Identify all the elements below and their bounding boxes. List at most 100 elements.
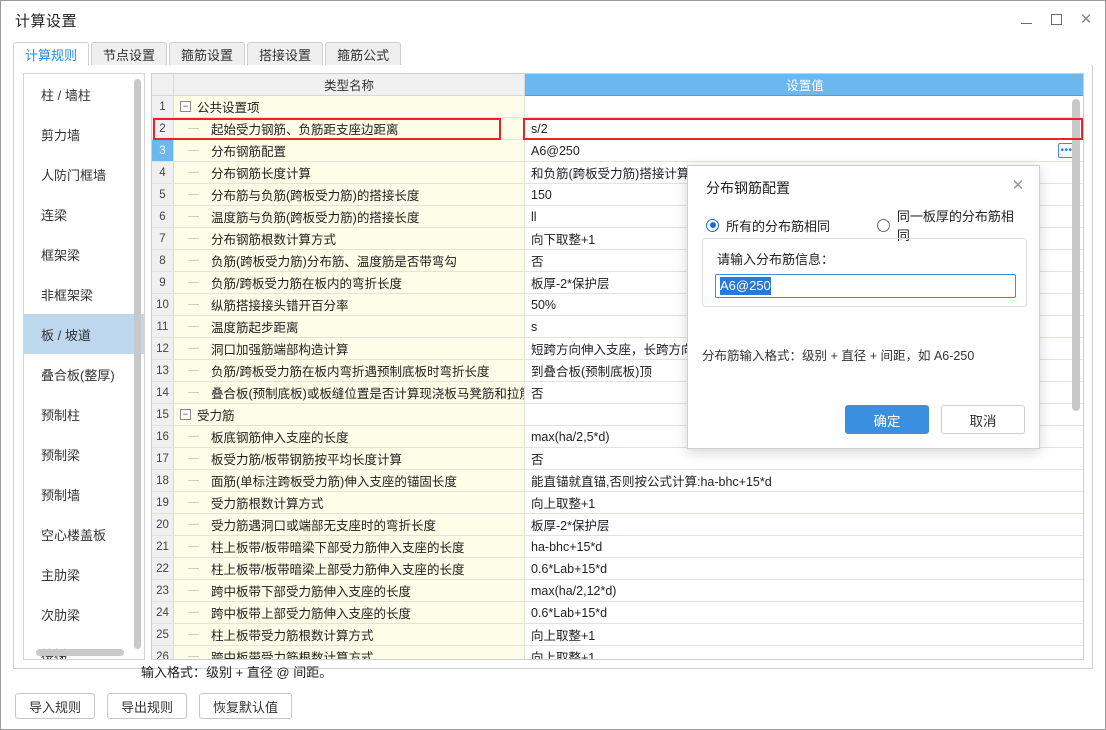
row-type-name-cell[interactable]: 柱上板带/板带暗梁上部受力筋伸入支座的长度 [174, 558, 525, 579]
row-type-name-cell[interactable]: 负筋/跨板受力筋在板内弯折遇预制底板时弯折长度 [174, 360, 525, 381]
row-setting-value-cell[interactable]: max(ha/2,12*d) [525, 580, 1083, 601]
row-type-name-cell[interactable]: 跨中板带受力筋根数计算方式 [174, 646, 525, 660]
table-row[interactable]: 23 跨中板带下部受力筋伸入支座的长度 max(ha/2,12*d) [152, 580, 1083, 602]
row-setting-value-cell[interactable]: 向上取整+1 [525, 624, 1083, 645]
row-setting-value-cell[interactable]: 0.6*Lab+15*d [525, 602, 1083, 623]
export-rules-button[interactable]: 导出规则 [107, 693, 188, 719]
row-setting-value: 否 [531, 387, 544, 401]
sidebar-item-13[interactable]: 次肋梁 [24, 594, 144, 634]
row-type-name: 公共设置项 [197, 101, 260, 115]
sidebar-vertical-scrollbar[interactable] [134, 79, 141, 649]
sidebar-item-3[interactable]: 连梁 [24, 194, 144, 234]
row-setting-value-cell[interactable] [525, 96, 1083, 117]
collapse-toggle-icon[interactable]: − [180, 101, 191, 112]
row-type-name-cell[interactable]: 分布钢筋长度计算 [174, 162, 525, 183]
row-setting-value-cell[interactable]: 板厚-2*保护层 [525, 514, 1083, 535]
row-setting-value-cell[interactable]: s/2 [525, 118, 1083, 139]
row-type-name-cell[interactable]: 温度筋起步距离 [174, 316, 525, 337]
row-type-name-cell[interactable]: 板底钢筋伸入支座的长度 [174, 426, 525, 447]
table-row[interactable]: 20 受力筋遇洞口或端部无支座时的弯折长度 板厚-2*保护层 [152, 514, 1083, 536]
row-setting-value-cell[interactable]: 0.6*Lab+15*d [525, 558, 1083, 579]
restore-defaults-button[interactable]: 恢复默认值 [199, 693, 293, 719]
row-type-name-cell[interactable]: 洞口加强筋端部构造计算 [174, 338, 525, 359]
tab-label: 箍筋公式 [337, 47, 390, 63]
row-type-name-cell[interactable]: 柱上板带/板带暗梁下部受力筋伸入支座的长度 [174, 536, 525, 557]
row-type-name-cell[interactable]: 分布筋与负筋(跨板受力筋)的搭接长度 [174, 184, 525, 205]
sidebar-item-4[interactable]: 框架梁 [24, 234, 144, 274]
minimize-button[interactable] [1011, 5, 1041, 33]
row-type-name-cell[interactable]: 叠合板(预制底板)或板缝位置是否计算现浇板马凳筋和拉筋 [174, 382, 525, 403]
row-setting-value-cell[interactable]: 向上取整+1 [525, 646, 1083, 659]
sidebar-item-14[interactable]: 楼梯 [24, 634, 144, 660]
table-row[interactable]: 24 跨中板带上部受力筋伸入支座的长度 0.6*Lab+15*d [152, 602, 1083, 624]
sidebar-item-5[interactable]: 非框架梁 [24, 274, 144, 314]
sidebar-horizontal-scrollbar[interactable] [36, 649, 124, 656]
row-setting-value: 否 [531, 255, 544, 269]
row-index: 23 [152, 580, 174, 601]
row-setting-value: 向上取整+1 [531, 497, 596, 511]
import-rules-button[interactable]: 导入规则 [15, 693, 96, 719]
row-type-name-cell[interactable]: − 受力筋 [174, 404, 525, 425]
cancel-button[interactable]: 取消 [941, 405, 1025, 434]
row-type-name-cell[interactable]: 面筋(单标注跨板受力筋)伸入支座的锚固长度 [174, 470, 525, 491]
row-type-name: 跨中板带受力筋根数计算方式 [211, 651, 374, 660]
row-type-name-cell[interactable]: 负筋(跨板受力筋)分布筋、温度筋是否带弯勾 [174, 250, 525, 271]
row-setting-value-cell[interactable]: 能直锚就直锚,否则按公式计算:ha-bhc+15*d [525, 470, 1083, 491]
close-button[interactable]: ✕ [1071, 5, 1101, 33]
table-vertical-scrollbar[interactable] [1072, 99, 1080, 411]
row-type-name-cell[interactable]: 纵筋搭接接头错开百分率 [174, 294, 525, 315]
table-row[interactable]: 1− 公共设置项 [152, 96, 1083, 118]
table-row[interactable]: 2 起始受力钢筋、负筋距支座边距离 s/2 [152, 118, 1083, 140]
row-type-name-cell[interactable]: 受力筋遇洞口或端部无支座时的弯折长度 [174, 514, 525, 535]
row-setting-value: 到叠合板(预制底板)顶 [531, 365, 652, 379]
row-type-name-cell[interactable]: 受力筋根数计算方式 [174, 492, 525, 513]
row-type-name: 受力筋遇洞口或端部无支座时的弯折长度 [211, 519, 437, 533]
table-row[interactable]: 17 板受力筋/板带钢筋按平均长度计算 否 [152, 448, 1083, 470]
tab-stirrup-formula[interactable]: 箍筋公式 [325, 42, 402, 65]
row-type-name-cell[interactable]: 分布钢筋根数计算方式 [174, 228, 525, 249]
sidebar-item-2[interactable]: 人防门框墙 [24, 154, 144, 194]
sidebar-item-9[interactable]: 预制梁 [24, 434, 144, 474]
table-row[interactable]: 19 受力筋根数计算方式 向上取整+1 [152, 492, 1083, 514]
row-setting-value-cell[interactable]: 向上取整+1 [525, 492, 1083, 513]
confirm-button[interactable]: 确定 [845, 405, 929, 434]
row-setting-value-cell[interactable]: ha-bhc+15*d [525, 536, 1083, 557]
row-type-name: 纵筋搭接接头错开百分率 [211, 299, 349, 313]
dialog-close-button[interactable]: ✕ [1007, 174, 1029, 196]
row-setting-value-cell[interactable]: 否 [525, 448, 1083, 469]
sidebar-item-1[interactable]: 剪力墙 [24, 114, 144, 154]
row-type-name-cell[interactable]: 分布钢筋配置 [174, 140, 525, 161]
tab-node-settings[interactable]: 节点设置 [91, 42, 168, 65]
maximize-button[interactable] [1041, 5, 1071, 33]
table-row[interactable]: 25 柱上板带受力筋根数计算方式 向上取整+1 [152, 624, 1083, 646]
row-type-name-cell[interactable]: 起始受力钢筋、负筋距支座边距离 [174, 118, 525, 139]
row-type-name-cell[interactable]: 跨中板带下部受力筋伸入支座的长度 [174, 580, 525, 601]
collapse-toggle-icon[interactable]: − [180, 409, 191, 420]
table-row[interactable]: 21 柱上板带/板带暗梁下部受力筋伸入支座的长度 ha-bhc+15*d [152, 536, 1083, 558]
row-type-name-cell[interactable]: − 公共设置项 [174, 96, 525, 117]
row-setting-value-cell[interactable]: A6@250 ••• [525, 140, 1083, 161]
tab-stirrup-settings[interactable]: 箍筋设置 [169, 42, 246, 65]
row-type-name-cell[interactable]: 板受力筋/板带钢筋按平均长度计算 [174, 448, 525, 469]
table-row[interactable]: 22 柱上板带/板带暗梁上部受力筋伸入支座的长度 0.6*Lab+15*d [152, 558, 1083, 580]
sidebar-item-7[interactable]: 叠合板(整厚) [24, 354, 144, 394]
table-row[interactable]: 3 分布钢筋配置 A6@250 ••• [152, 140, 1083, 162]
sidebar-item-8[interactable]: 预制柱 [24, 394, 144, 434]
row-type-name-cell[interactable]: 跨中板带上部受力筋伸入支座的长度 [174, 602, 525, 623]
row-index: 10 [152, 294, 174, 315]
distribution-rebar-input[interactable]: A6@250 [715, 274, 1016, 298]
sidebar-item-0[interactable]: 柱 / 墙柱 [24, 74, 144, 114]
sidebar-item-10[interactable]: 预制墙 [24, 474, 144, 514]
sidebar-item-11[interactable]: 空心楼盖板 [24, 514, 144, 554]
tab-lap-settings[interactable]: 搭接设置 [247, 42, 324, 65]
table-row[interactable]: 18 面筋(单标注跨板受力筋)伸入支座的锚固长度 能直锚就直锚,否则按公式计算:ha… [152, 470, 1083, 492]
row-type-name-cell[interactable]: 温度筋与负筋(跨板受力筋)的搭接长度 [174, 206, 525, 227]
tab-calculation-rules[interactable]: 计算规则 [13, 42, 90, 66]
table-row[interactable]: 26 跨中板带受力筋根数计算方式 向上取整+1 [152, 646, 1083, 660]
row-type-name-cell[interactable]: 柱上板带受力筋根数计算方式 [174, 624, 525, 645]
sidebar-item-6[interactable]: 板 / 坡道 [24, 314, 144, 354]
tree-line-icon [188, 546, 199, 547]
row-type-name: 负筋/跨板受力筋在板内弯折遇预制底板时弯折长度 [211, 365, 490, 379]
sidebar-item-12[interactable]: 主肋梁 [24, 554, 144, 594]
row-type-name-cell[interactable]: 负筋/跨板受力筋在板内的弯折长度 [174, 272, 525, 293]
